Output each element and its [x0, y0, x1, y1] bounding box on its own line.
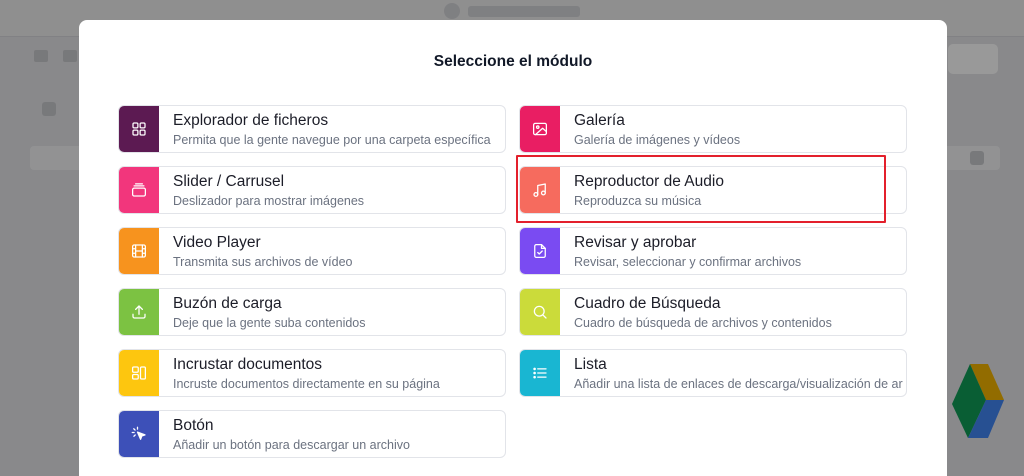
file-check-icon: [534, 243, 546, 259]
module-text: Cuadro de Búsqueda Cuadro de búsqueda de…: [560, 289, 906, 335]
module-card-lista[interactable]: Lista Añadir una lista de enlaces de des…: [519, 349, 907, 397]
module-description: Reproduzca su música: [574, 194, 702, 208]
module-card-explorador-de-ficheros[interactable]: Explorador de ficheros Permita que la ge…: [118, 105, 506, 153]
module-card-buzon-de-carga[interactable]: Buzón de carga Deje que la gente suba co…: [118, 288, 506, 336]
module-column-right: Galería Galería de imágenes y vídeos Rep…: [519, 105, 907, 397]
module-description: Transmita sus archivos de vídeo: [173, 255, 353, 269]
film-icon: [131, 244, 147, 258]
image-icon: [532, 122, 548, 136]
module-icon-block: [520, 106, 560, 152]
module-text: Video Player Transmita sus archivos de v…: [159, 228, 505, 274]
module-title: Buzón de carga: [173, 295, 282, 312]
module-title: Galería: [574, 112, 625, 129]
module-card-slider-carrusel[interactable]: Slider / Carrusel Deslizador para mostra…: [118, 166, 506, 214]
module-text: Incrustar documentos Incruste documentos…: [159, 350, 505, 396]
module-description: Permita que la gente navegue por una car…: [173, 133, 491, 147]
viewport: Seleccione el módulo Explorador de fiche…: [0, 0, 1024, 476]
module-card-cuadro-de-busqueda[interactable]: Cuadro de Búsqueda Cuadro de búsqueda de…: [519, 288, 907, 336]
module-text: Revisar y aprobar Revisar, seleccionar y…: [560, 228, 906, 274]
module-icon-block: [119, 228, 159, 274]
module-card-revisar-y-aprobar[interactable]: Revisar y aprobar Revisar, seleccionar y…: [519, 227, 907, 275]
module-text: Reproductor de Audio Reproduzca su músic…: [560, 167, 906, 213]
module-text: Lista Añadir una lista de enlaces de des…: [560, 350, 906, 396]
module-icon-block: [119, 289, 159, 335]
module-description: Deslizador para mostrar imágenes: [173, 194, 365, 208]
module-card-video-player[interactable]: Video Player Transmita sus archivos de v…: [118, 227, 506, 275]
module-card-galeria[interactable]: Galería Galería de imágenes y vídeos: [519, 105, 907, 153]
module-title: Cuadro de Búsqueda: [574, 295, 721, 312]
module-description: Deje que la gente suba contenidos: [173, 316, 366, 330]
module-description: Cuadro de búsqueda de archivos y conteni…: [574, 316, 832, 330]
module-description: Revisar, seleccionar y confirmar archivo…: [574, 255, 802, 269]
list-icon: [533, 367, 547, 379]
module-text: Buzón de carga Deje que la gente suba co…: [159, 289, 505, 335]
module-icon-block: [119, 167, 159, 213]
slider-icon: [131, 183, 147, 197]
module-icon-block: [119, 350, 159, 396]
module-title: Revisar y aprobar: [574, 234, 697, 251]
module-icon-block: [119, 411, 159, 457]
module-title: Explorador de ficheros: [173, 112, 329, 129]
module-title: Slider / Carrusel: [173, 173, 285, 190]
module-icon-block: [520, 228, 560, 274]
upload-icon: [132, 305, 146, 319]
module-icon-block: [520, 167, 560, 213]
module-icon-block: [520, 350, 560, 396]
search-icon: [533, 305, 547, 319]
modal-title: Seleccione el módulo: [433, 53, 593, 70]
module-description: Añadir un botón para descargar un archiv…: [173, 438, 410, 452]
module-icon-block: [119, 106, 159, 152]
module-description: Galería de imágenes y vídeos: [574, 133, 741, 147]
module-title: Botón: [173, 417, 214, 434]
module-text: Explorador de ficheros Permita que la ge…: [159, 106, 505, 152]
module-text: Slider / Carrusel Deslizador para mostra…: [159, 167, 505, 213]
module-picker-modal: Seleccione el módulo Explorador de fiche…: [79, 20, 947, 476]
grid-icon: [132, 122, 146, 136]
module-icon-block: [520, 289, 560, 335]
module-card-reproductor-de-audio[interactable]: Reproductor de Audio Reproduzca su músic…: [519, 166, 907, 214]
module-text: Botón Añadir un botón para descargar un …: [159, 411, 505, 457]
layout-icon: [131, 366, 147, 380]
module-title: Lista: [574, 356, 607, 373]
module-card-incrustar-documentos[interactable]: Incrustar documentos Incruste documentos…: [118, 349, 506, 397]
cursor-click-icon: [131, 426, 146, 440]
module-text: Galería Galería de imágenes y vídeos: [560, 106, 906, 152]
module-description: Añadir una lista de enlaces de descarga/…: [574, 377, 903, 391]
module-description: Incruste documentos directamente en su p…: [173, 377, 440, 391]
module-column-left: Explorador de ficheros Permita que la ge…: [118, 105, 506, 458]
module-title: Incrustar documentos: [173, 356, 323, 373]
module-title: Reproductor de Audio: [574, 173, 724, 190]
music-note-icon: [533, 183, 546, 198]
module-title: Video Player: [173, 234, 261, 251]
module-card-boton[interactable]: Botón Añadir un botón para descargar un …: [118, 410, 506, 458]
